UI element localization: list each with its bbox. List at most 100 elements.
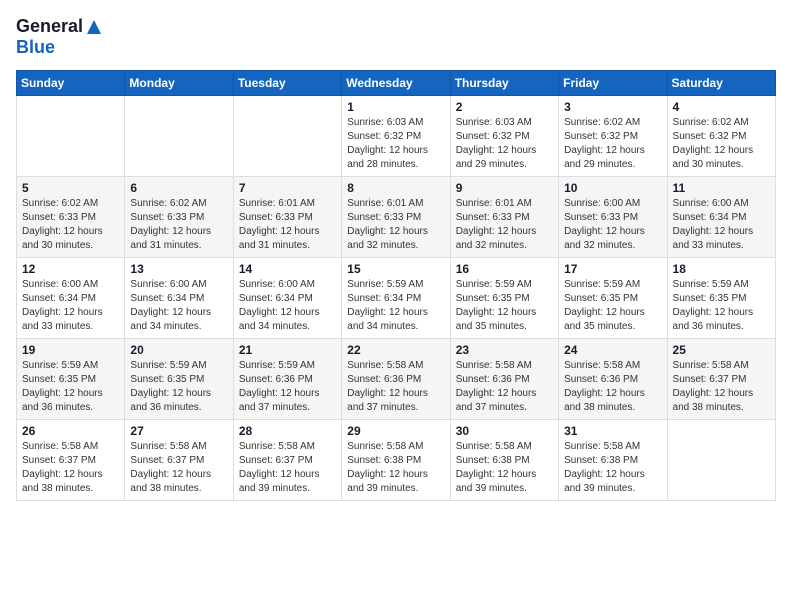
day-info-text: Sunrise: 6:00 AM Sunset: 6:34 PM Dayligh… [673,197,770,253]
day-number: 18 [673,262,770,276]
day-number: 5 [22,181,119,195]
day-info-text: Sunrise: 6:02 AM Sunset: 6:33 PM Dayligh… [130,197,227,253]
day-number: 31 [564,424,661,438]
calendar-cell: 15 Sunrise: 5:59 AM Sunset: 6:34 PM Dayli… [342,258,450,339]
calendar-cell: 21 Sunrise: 5:59 AM Sunset: 6:36 PM Dayli… [233,339,341,420]
calendar-cell: 5Sunrise: 6:02 AM Sunset: 6:33 PM Daylig… [17,177,125,258]
day-info-text: Sunrise: 5:58 AM Sunset: 6:37 PM Dayligh… [239,440,336,496]
calendar-cell [17,96,125,177]
day-info-text: Sunrise: 6:03 AM Sunset: 6:32 PM Dayligh… [456,116,553,172]
day-info-text: Sunrise: 5:58 AM Sunset: 6:36 PM Dayligh… [347,359,444,415]
day-number: 24 [564,343,661,357]
day-info-text: Sunrise: 5:58 AM Sunset: 6:38 PM Dayligh… [456,440,553,496]
day-number: 16 [456,262,553,276]
day-number: 30 [456,424,553,438]
logo-general-text: General [16,16,83,37]
calendar-cell: 25Sunrise: 5:58 AM Sunset: 6:37 PM Dayli… [667,339,775,420]
day-number: 12 [22,262,119,276]
calendar-cell: 17 Sunrise: 5:59 AM Sunset: 6:35 PM Dayli… [559,258,667,339]
calendar-cell: 14 Sunrise: 6:00 AM Sunset: 6:34 PM Dayli… [233,258,341,339]
day-number: 6 [130,181,227,195]
day-number: 20 [130,343,227,357]
day-info-text: Sunrise: 5:58 AM Sunset: 6:36 PM Dayligh… [564,359,661,415]
day-number: 15 [347,262,444,276]
calendar-cell: 7 Sunrise: 6:01 AM Sunset: 6:33 PM Daylig… [233,177,341,258]
calendar-header-row: SundayMondayTuesdayWednesdayThursdayFrid… [17,71,776,96]
day-number: 17 [564,262,661,276]
day-info-text: Sunrise: 5:59 AM Sunset: 6:35 PM Dayligh… [456,278,553,334]
calendar-cell: 29 Sunrise: 5:58 AM Sunset: 6:38 PM Dayli… [342,420,450,501]
day-info-text: Sunrise: 6:01 AM Sunset: 6:33 PM Dayligh… [456,197,553,253]
page-header: General Blue [16,16,776,58]
day-number: 1 [347,100,444,114]
calendar-cell: 6 Sunrise: 6:02 AM Sunset: 6:33 PM Daylig… [125,177,233,258]
day-number: 22 [347,343,444,357]
day-info-text: Sunrise: 6:00 AM Sunset: 6:34 PM Dayligh… [239,278,336,334]
day-info-text: Sunrise: 5:59 AM Sunset: 6:34 PM Dayligh… [347,278,444,334]
day-of-week-header: Monday [125,71,233,96]
day-info-text: Sunrise: 6:00 AM Sunset: 6:34 PM Dayligh… [22,278,119,334]
calendar-cell: 1 Sunrise: 6:03 AM Sunset: 6:32 PM Daylig… [342,96,450,177]
day-info-text: Sunrise: 5:59 AM Sunset: 6:35 PM Dayligh… [673,278,770,334]
day-number: 10 [564,181,661,195]
day-number: 4 [673,100,770,114]
calendar-cell: 27Sunrise: 5:58 AM Sunset: 6:37 PM Dayli… [125,420,233,501]
calendar-cell: 11 Sunrise: 6:00 AM Sunset: 6:34 PM Dayli… [667,177,775,258]
calendar-cell: 16 Sunrise: 5:59 AM Sunset: 6:35 PM Dayli… [450,258,558,339]
calendar-cell: 3 Sunrise: 6:02 AM Sunset: 6:32 PM Daylig… [559,96,667,177]
calendar-cell: 26 Sunrise: 5:58 AM Sunset: 6:37 PM Dayli… [17,420,125,501]
day-number: 23 [456,343,553,357]
calendar-cell: 28 Sunrise: 5:58 AM Sunset: 6:37 PM Dayli… [233,420,341,501]
day-number: 11 [673,181,770,195]
logo-blue-text: Blue [16,37,55,57]
day-info-text: Sunrise: 6:01 AM Sunset: 6:33 PM Dayligh… [347,197,444,253]
day-number: 3 [564,100,661,114]
day-number: 19 [22,343,119,357]
day-number: 14 [239,262,336,276]
day-info-text: Sunrise: 5:58 AM Sunset: 6:37 PM Dayligh… [130,440,227,496]
day-number: 8 [347,181,444,195]
day-info-text: Sunrise: 6:02 AM Sunset: 6:32 PM Dayligh… [564,116,661,172]
day-number: 7 [239,181,336,195]
day-of-week-header: Thursday [450,71,558,96]
day-number: 21 [239,343,336,357]
day-info-text: Sunrise: 6:03 AM Sunset: 6:32 PM Dayligh… [347,116,444,172]
day-number: 28 [239,424,336,438]
day-info-text: Sunrise: 5:59 AM Sunset: 6:35 PM Dayligh… [564,278,661,334]
day-info-text: Sunrise: 5:58 AM Sunset: 6:38 PM Dayligh… [347,440,444,496]
day-of-week-header: Tuesday [233,71,341,96]
calendar-cell: 10 Sunrise: 6:00 AM Sunset: 6:33 PM Dayli… [559,177,667,258]
day-info-text: Sunrise: 5:58 AM Sunset: 6:38 PM Dayligh… [564,440,661,496]
day-of-week-header: Sunday [17,71,125,96]
day-of-week-header: Friday [559,71,667,96]
calendar-cell [125,96,233,177]
day-info-text: Sunrise: 5:58 AM Sunset: 6:36 PM Dayligh… [456,359,553,415]
day-number: 26 [22,424,119,438]
calendar-week-row: 12 Sunrise: 6:00 AM Sunset: 6:34 PM Dayli… [17,258,776,339]
calendar-week-row: 19 Sunrise: 5:59 AM Sunset: 6:35 PM Dayli… [17,339,776,420]
day-info-text: Sunrise: 6:00 AM Sunset: 6:33 PM Dayligh… [564,197,661,253]
day-number: 2 [456,100,553,114]
calendar-cell: 9Sunrise: 6:01 AM Sunset: 6:33 PM Daylig… [450,177,558,258]
calendar-cell: 18 Sunrise: 5:59 AM Sunset: 6:35 PM Dayli… [667,258,775,339]
calendar-cell: 13Sunrise: 6:00 AM Sunset: 6:34 PM Dayli… [125,258,233,339]
calendar-cell: 4 Sunrise: 6:02 AM Sunset: 6:32 PM Daylig… [667,96,775,177]
day-info-text: Sunrise: 5:59 AM Sunset: 6:35 PM Dayligh… [130,359,227,415]
calendar-cell: 8 Sunrise: 6:01 AM Sunset: 6:33 PM Daylig… [342,177,450,258]
calendar-cell: 23 Sunrise: 5:58 AM Sunset: 6:36 PM Dayli… [450,339,558,420]
day-info-text: Sunrise: 6:02 AM Sunset: 6:32 PM Dayligh… [673,116,770,172]
day-number: 29 [347,424,444,438]
calendar-cell [667,420,775,501]
calendar-week-row: 5 Sunrise: 6:02 AM Sunset: 6:33 PM Daylig… [17,177,776,258]
day-info-text: Sunrise: 5:59 AM Sunset: 6:36 PM Dayligh… [239,359,336,415]
day-info-text: Sunrise: 6:01 AM Sunset: 6:33 PM Dayligh… [239,197,336,253]
calendar-cell: 20 Sunrise: 5:59 AM Sunset: 6:35 PM Dayli… [125,339,233,420]
day-number: 13 [130,262,227,276]
day-of-week-header: Wednesday [342,71,450,96]
day-info-text: Sunrise: 5:58 AM Sunset: 6:37 PM Dayligh… [22,440,119,496]
day-of-week-header: Saturday [667,71,775,96]
day-info-text: Sunrise: 5:58 AM Sunset: 6:37 PM Dayligh… [673,359,770,415]
calendar-table: SundayMondayTuesdayWednesdayThursdayFrid… [16,70,776,501]
calendar-cell: 12 Sunrise: 6:00 AM Sunset: 6:34 PM Dayli… [17,258,125,339]
logo-triangle-icon [85,18,103,36]
